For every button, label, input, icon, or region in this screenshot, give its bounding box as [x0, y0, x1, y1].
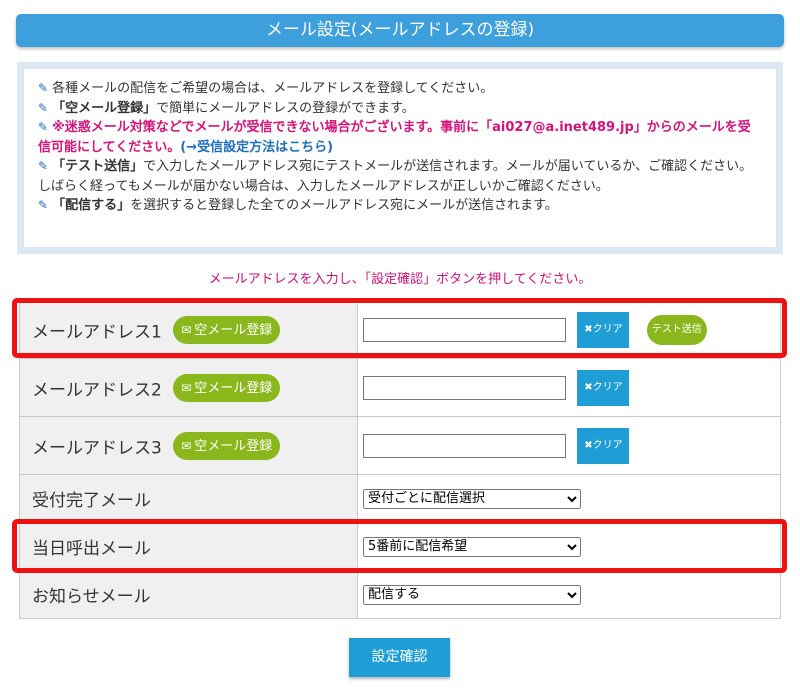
notice-mail-select[interactable]: 配信する: [363, 584, 581, 605]
receipt-mail-select[interactable]: 受付ごとに配信選択: [363, 488, 581, 509]
note-1-text: 各種メールの配信をご希望の場合は、メールアドレスを登録してください。: [52, 81, 494, 96]
pencil-icon: ✎: [38, 81, 49, 95]
email-label-cell: メールアドレス1 ✉ 空メール登録: [19, 300, 358, 359]
clear-label: クリア: [592, 381, 623, 393]
envelope-icon: ✉: [181, 438, 192, 453]
receipt-mail-label: 受付完了メール: [32, 491, 151, 511]
same-day-call-mail-select[interactable]: 5番前に配信希望: [363, 536, 581, 557]
email-label-cell: メールアドレス3 ✉ 空メール登録: [19, 416, 358, 475]
envelope-icon: ✉: [181, 322, 192, 337]
empty-mail-label: 空メール登録: [194, 438, 273, 454]
instruction-text: メールアドレスを入力し、「設定確認」ボタンを押してください。: [208, 272, 592, 287]
email-value-cell: ✖クリア: [357, 416, 781, 475]
note-4: ✎ 「テスト送信」で入力したメールアドレス宛にテストメールが送信されます。メールが…: [38, 157, 762, 196]
email-label-2: メールアドレス2: [32, 380, 162, 400]
info-box: ✎ 各種メールの配信をご希望の場合は、メールアドレスを登録してください。 ✎ 「空メ…: [17, 62, 783, 254]
same-day-call-label-cell: 当日呼出メール: [19, 522, 358, 571]
mail-settings-form: メールアドレス1 ✉ 空メール登録 ✖クリア テスト送信 メールアドレス2 ✉ 空メ…: [19, 300, 781, 619]
notice-mail-row: お知らせメール 配信する: [19, 570, 781, 619]
receive-settings-link[interactable]: (→受信設定方法はこちら): [180, 140, 333, 155]
receipt-mail-value-cell: 受付ごとに配信選択: [357, 474, 781, 523]
empty-mail-register-button-1[interactable]: ✉ 空メール登録: [173, 315, 281, 344]
clear-label: クリア: [592, 323, 623, 335]
clear-button-3[interactable]: ✖クリア: [577, 427, 630, 464]
empty-mail-label: 空メール登録: [194, 322, 273, 338]
email-input-1[interactable]: [363, 317, 566, 342]
note-3-warning: ※迷惑メール対策などでメールが受信できない場合がございます。事前に「ai027@…: [38, 120, 751, 155]
info-notes: ✎ 各種メールの配信をご希望の場合は、メールアドレスを登録してください。 ✎ 「空メ…: [24, 69, 776, 247]
envelope-icon: ✉: [181, 380, 192, 395]
notice-mail-label: お知らせメール: [32, 587, 151, 607]
pencil-icon: ✎: [38, 198, 49, 212]
email-input-2[interactable]: [363, 375, 566, 400]
notice-mail-value-cell: 配信する: [357, 570, 781, 619]
note-5-bold: 「配信する」: [52, 198, 131, 213]
email-value-cell: ✖クリア テスト送信: [357, 300, 781, 359]
x-icon: ✖: [584, 381, 593, 393]
notice-mail-label-cell: お知らせメール: [19, 570, 358, 619]
email-label-1: メールアドレス1: [32, 322, 162, 342]
note-4-bold: 「テスト送信」: [52, 159, 144, 174]
clear-button-1[interactable]: ✖クリア: [577, 311, 630, 348]
clear-label: クリア: [592, 439, 623, 451]
note-4-text: で入力したメールアドレス宛にテストメールが送信されます。メールが届いているか、ご…: [38, 159, 753, 194]
pencil-icon: ✎: [38, 159, 49, 173]
email-row-3: メールアドレス3 ✉ 空メール登録 ✖クリア: [19, 416, 781, 475]
email-input-3[interactable]: [363, 433, 566, 458]
page-title: メール設定(メールアドレスの登録): [16, 14, 784, 47]
x-icon: ✖: [584, 439, 593, 451]
confirm-settings-button[interactable]: 設定確認: [349, 638, 450, 677]
note-5: ✎ 「配信する」を選択すると登録した全てのメールアドレス宛にメールが送信されます。: [38, 196, 762, 216]
note-5-text: を選択すると登録した全てのメールアドレス宛にメールが送信されます。: [130, 198, 558, 213]
note-1: ✎ 各種メールの配信をご希望の場合は、メールアドレスを登録してください。: [38, 79, 762, 99]
test-send-button[interactable]: テスト送信: [646, 314, 707, 345]
pencil-icon: ✎: [38, 120, 49, 134]
email-row-2: メールアドレス2 ✉ 空メール登録 ✖クリア: [19, 358, 781, 417]
email-label-cell: メールアドレス2 ✉ 空メール登録: [19, 358, 358, 417]
note-3: ✎ ※迷惑メール対策などでメールが受信できない場合がございます。事前に「ai027…: [38, 118, 762, 157]
x-icon: ✖: [584, 323, 593, 335]
same-day-call-value-cell: 5番前に配信希望: [357, 522, 781, 571]
same-day-call-mail-row: 当日呼出メール 5番前に配信希望: [19, 522, 781, 571]
email-row-1: メールアドレス1 ✉ 空メール登録 ✖クリア テスト送信: [19, 300, 781, 359]
note-2: ✎ 「空メール登録」で簡単にメールアドレスの登録ができます。: [38, 99, 762, 119]
receipt-mail-label-cell: 受付完了メール: [19, 474, 358, 523]
note-2-text: で簡単にメールアドレスの登録ができます。: [156, 100, 415, 116]
clear-button-2[interactable]: ✖クリア: [577, 369, 630, 406]
email-value-cell: ✖クリア: [357, 358, 781, 417]
email-label-3: メールアドレス3: [32, 438, 162, 458]
note-2-bold: 「空メール登録」: [52, 100, 157, 116]
receipt-mail-row: 受付完了メール 受付ごとに配信選択: [19, 474, 781, 523]
pencil-icon: ✎: [38, 100, 49, 115]
empty-mail-register-button-2[interactable]: ✉ 空メール登録: [173, 373, 281, 402]
empty-mail-label: 空メール登録: [194, 380, 273, 396]
empty-mail-register-button-3[interactable]: ✉ 空メール登録: [173, 431, 281, 460]
same-day-call-mail-label: 当日呼出メール: [32, 539, 151, 559]
